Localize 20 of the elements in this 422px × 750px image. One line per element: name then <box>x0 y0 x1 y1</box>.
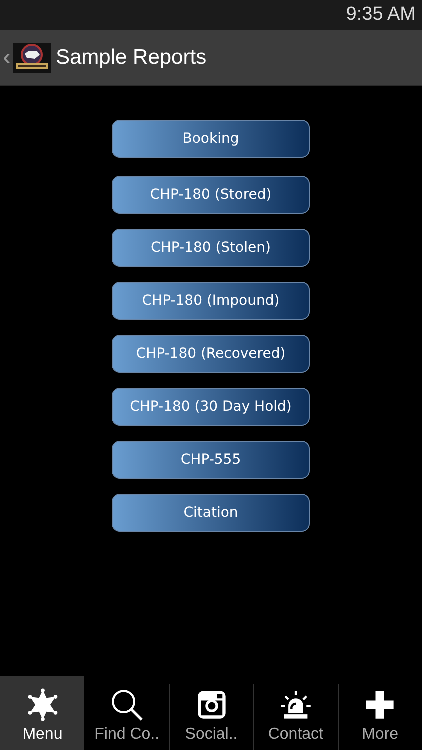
report-button[interactable]: CHP-180 (Stolen) <box>112 229 310 267</box>
siren-icon <box>278 688 313 722</box>
report-button[interactable]: Booking <box>112 120 310 158</box>
report-button[interactable]: CHP-180 (Impound) <box>112 282 310 320</box>
report-button[interactable]: CHP-555 <box>112 441 310 479</box>
back-caret[interactable]: ‹ <box>3 46 11 70</box>
report-button[interactable]: CHP-180 (Stored) <box>112 176 310 214</box>
screen-title: Sample Reports <box>56 46 207 70</box>
tab[interactable]: Menu <box>0 676 84 750</box>
report-button[interactable]: CHP-180 (30 Day Hold) <box>112 388 310 426</box>
report-button[interactable]: CHP-180 (Recovered) <box>112 335 310 373</box>
tab[interactable]: Find Co.. <box>84 684 169 750</box>
tab[interactable]: Contact <box>253 684 338 750</box>
star-icon <box>26 688 60 722</box>
logo-icon <box>13 42 51 72</box>
clock: 9:35 AM <box>346 4 416 26</box>
report-button[interactable]: Citation <box>112 494 310 532</box>
search-icon <box>110 688 144 722</box>
tab[interactable]: Social.. <box>168 684 254 750</box>
tab[interactable]: More <box>338 684 422 750</box>
